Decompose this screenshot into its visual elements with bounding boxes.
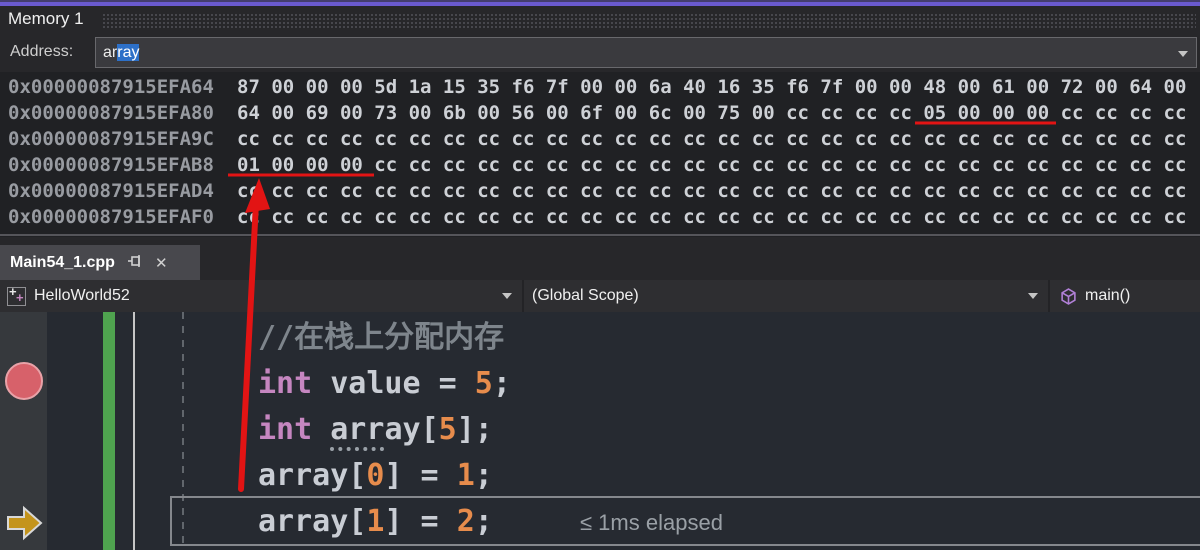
- perf-tip: ≤ 1ms elapsed: [580, 510, 723, 536]
- memory-row[interactable]: 0x00000087915EFAF0cc cc cc cc cc cc cc c…: [8, 204, 1198, 230]
- memory-row[interactable]: 0x00000087915EFA9Ccc cc cc cc cc cc cc c…: [8, 126, 1198, 152]
- project-name: HelloWorld52: [34, 287, 130, 305]
- memory-bytes: cc cc cc cc cc cc cc cc cc cc cc cc cc c…: [237, 206, 1186, 228]
- memory-hex-grid[interactable]: 0x00000087915EFA6487 00 00 00 5d 1a 15 3…: [8, 74, 1198, 234]
- code-token: 1: [457, 458, 475, 493]
- memory-address: 0x00000087915EFA64: [8, 74, 237, 100]
- project-dropdown[interactable]: ++ HelloWorld52: [0, 280, 522, 312]
- memory-row[interactable]: 0x00000087915EFAD4cc cc cc cc cc cc cc c…: [8, 178, 1198, 204]
- code-token: ay: [384, 412, 420, 447]
- code-token: ] =: [384, 504, 456, 539]
- close-icon[interactable]: ✕: [155, 254, 168, 272]
- memory-row[interactable]: 0x00000087915EFA8064 00 69 00 73 00 6b 0…: [8, 100, 1198, 126]
- chevron-down-icon: [502, 293, 512, 299]
- memory-address: 0x00000087915EFAF0: [8, 204, 237, 230]
- code-line[interactable]: //在栈上分配内存: [258, 318, 504, 358]
- scope-dropdown[interactable]: (Global Scope): [524, 280, 1048, 312]
- code-editor[interactable]: //在栈上分配内存int value = 5;int array[5];arra…: [0, 312, 1200, 550]
- code-token: value: [312, 366, 438, 401]
- scope-name: (Global Scope): [532, 287, 639, 305]
- chevron-down-icon: [1028, 293, 1038, 299]
- address-value: array: [103, 44, 139, 62]
- memory-window: Memory 1 Address: array 0x00000087915EFA…: [0, 0, 1200, 237]
- memory-address: 0x00000087915EFAB8: [8, 152, 237, 178]
- code-token: array[: [258, 504, 366, 539]
- code-token: array[: [258, 458, 366, 493]
- code-line[interactable]: array[1] = 2;: [258, 502, 493, 542]
- drag-grip-icon[interactable]: [102, 13, 1196, 28]
- pin-icon[interactable]: [127, 253, 143, 273]
- document-tab-strip: Main54_1.cpp ✕: [0, 237, 1200, 280]
- method-dropdown[interactable]: main(): [1050, 280, 1200, 312]
- code-token: ] =: [384, 458, 456, 493]
- code-token: //在栈上分配内存: [258, 320, 504, 355]
- memory-bytes: cc cc cc cc cc cc cc cc cc cc cc cc cc c…: [237, 180, 1186, 202]
- vs-debug-window: Memory 1 Address: array 0x00000087915EFA…: [0, 0, 1200, 550]
- memory-title: Memory 1: [8, 9, 84, 29]
- memory-row[interactable]: 0x00000087915EFAB801 00 00 00 cc cc cc c…: [8, 152, 1198, 178]
- address-label: Address:: [10, 43, 73, 61]
- code-token: [312, 412, 330, 447]
- code-line[interactable]: array[0] = 1;: [258, 456, 493, 496]
- code-token: 0: [366, 458, 384, 493]
- memory-row[interactable]: 0x00000087915EFA6487 00 00 00 5d 1a 15 3…: [8, 74, 1198, 100]
- method-name: main(): [1085, 287, 1130, 305]
- code-token: arr: [330, 412, 384, 451]
- tab-title: Main54_1.cpp: [10, 254, 115, 272]
- memory-bytes: 01 00 00 00 cc cc cc cc cc cc cc cc cc c…: [237, 154, 1186, 176]
- code-line[interactable]: int value = 5;: [258, 364, 511, 404]
- code-token: ;: [475, 458, 493, 493]
- code-token: 2: [457, 504, 475, 539]
- code-token: ];: [457, 412, 493, 447]
- code-token: int: [258, 366, 312, 401]
- chevron-down-icon[interactable]: [1178, 51, 1188, 57]
- code-token: [: [421, 412, 439, 447]
- memory-titlebar[interactable]: Memory 1: [0, 6, 1200, 34]
- address-value-unselected: ar: [103, 44, 117, 61]
- editor-navbar: ++ HelloWorld52 (Global Scope) main(): [0, 280, 1200, 312]
- pane-divider: [0, 234, 1200, 236]
- memory-bytes: 87 00 00 00 5d 1a 15 35 f6 7f 00 00 6a 4…: [237, 76, 1186, 98]
- code-token: int: [258, 412, 312, 447]
- code-token: ;: [475, 504, 493, 539]
- memory-bytes: 64 00 69 00 73 00 6b 00 56 00 6f 00 6c 0…: [237, 102, 1186, 124]
- memory-address: 0x00000087915EFA9C: [8, 126, 237, 152]
- code-token: =: [439, 366, 475, 401]
- code-token: 5: [439, 412, 457, 447]
- memory-address: 0x00000087915EFAD4: [8, 178, 237, 204]
- address-value-selection: ray: [117, 44, 139, 61]
- address-input[interactable]: array: [95, 37, 1197, 68]
- code-token: 5: [475, 366, 493, 401]
- code-token: ;: [493, 366, 511, 401]
- cpp-project-icon: ++: [7, 287, 26, 306]
- memory-address: 0x00000087915EFA80: [8, 100, 237, 126]
- memory-bytes: cc cc cc cc cc cc cc cc cc cc cc cc cc c…: [237, 128, 1186, 150]
- method-cube-icon: [1060, 288, 1077, 305]
- code-line[interactable]: int array[5];: [258, 410, 493, 450]
- tab-main54-1-cpp[interactable]: Main54_1.cpp ✕: [0, 245, 200, 280]
- code-token: 1: [366, 504, 384, 539]
- address-toolbar: Address: array: [0, 34, 1200, 72]
